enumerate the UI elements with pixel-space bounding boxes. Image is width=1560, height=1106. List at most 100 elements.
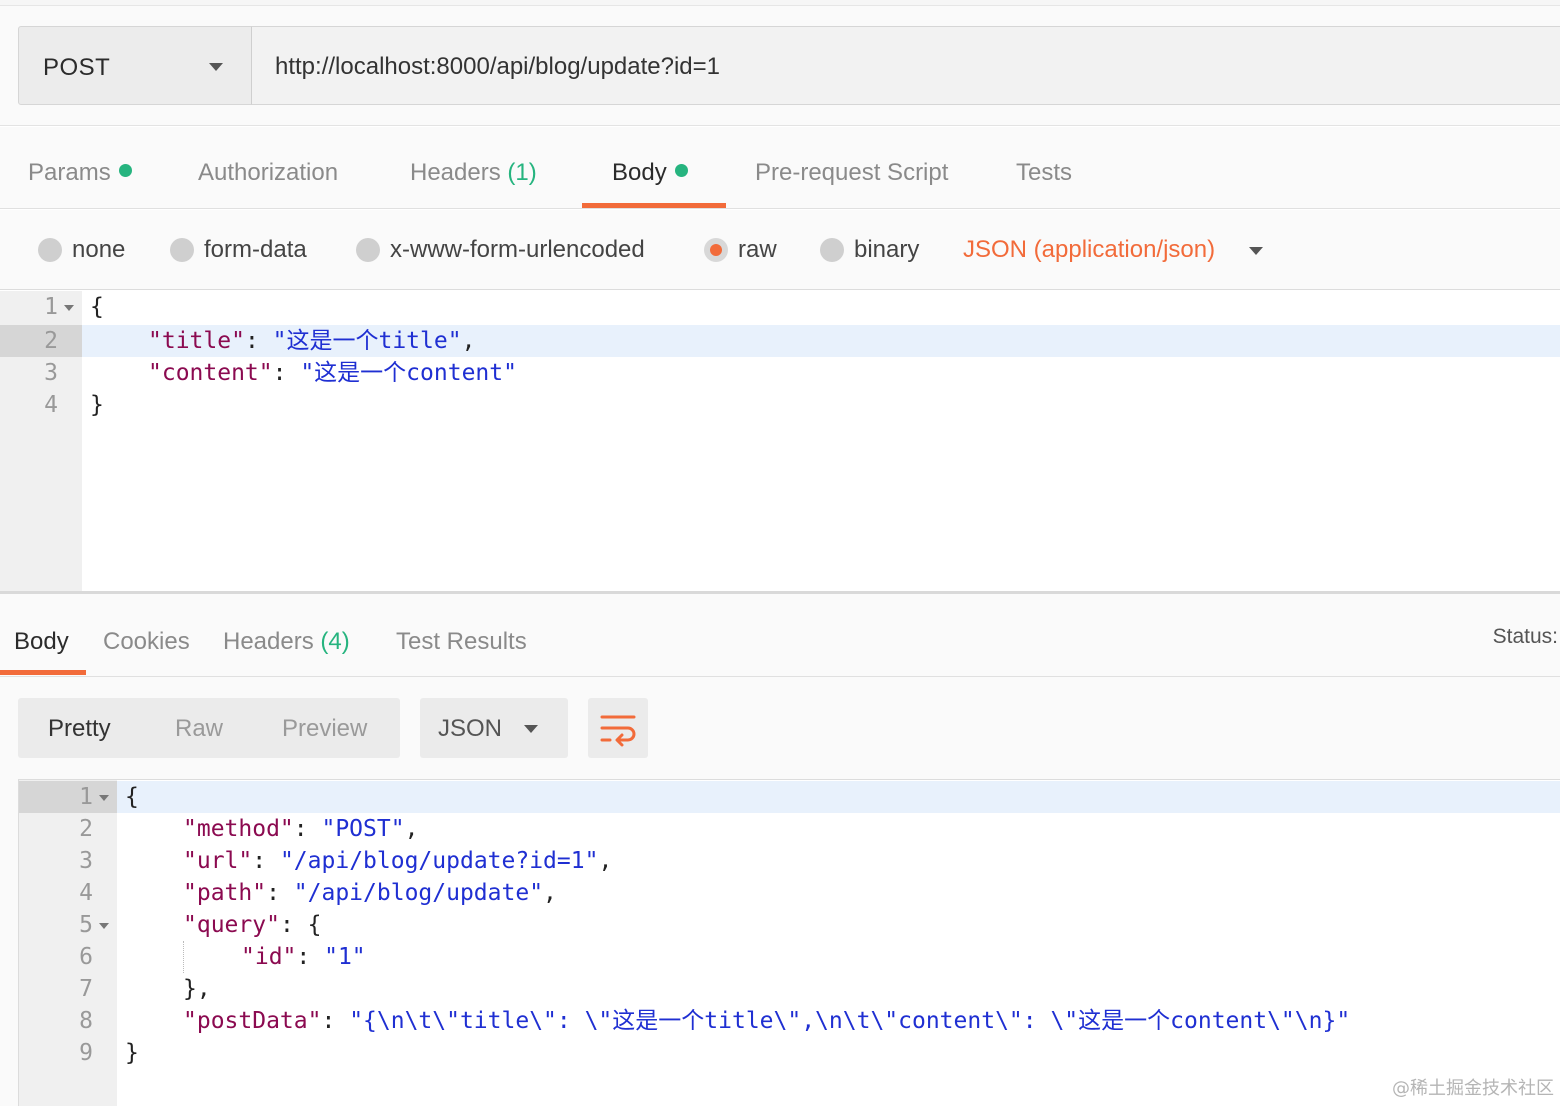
editor-line: 7 }, [19,973,1560,1005]
radio-raw[interactable]: raw [704,236,777,264]
json-string: "/api/blog/update?id=1" [279,848,599,874]
radio-urlencoded[interactable]: x-www-form-urlencoded [356,236,645,264]
editor-line: 8 "postData": "{\n\t\"title\": \"这是一个tit… [19,1005,1560,1037]
code-text: "url": "/api/blog/update?id=1", [183,848,613,874]
tab-test-results[interactable]: Test Results [396,628,527,656]
radio-binary-label: binary [854,236,920,263]
code-text: "id": "1" [241,944,366,970]
json-string: "1" [324,944,366,970]
tab-cookies[interactable]: Cookies [103,628,190,656]
editor-line: 1 { [0,291,1560,323]
tab-tests[interactable]: Tests [1016,159,1072,187]
editor-line: 6 "id": "1" [19,941,1560,973]
request-bar: POST http://localhost:8000/api/blog/upda… [0,6,1560,126]
code-text: "query": { [183,912,322,938]
line-number: 8 [79,1008,93,1034]
request-tabs: Params Authorization Headers (1) Body Pr… [0,127,1560,209]
json-string: "这是一个content" [300,360,517,386]
tab-authorization[interactable]: Authorization [198,159,338,187]
tab-pre-request-script[interactable]: Pre-request Script [755,159,948,187]
editor-line: 3 "content": "这是一个content" [0,357,1560,389]
tab-pre-request-script-label: Pre-request Script [755,159,949,186]
method-dropdown[interactable]: POST [18,26,252,105]
editor-line: 3 "url": "/api/blog/update?id=1", [19,845,1560,877]
json-key: "method" [183,816,294,842]
chevron-down-icon [209,63,223,71]
json-key: "url" [183,848,253,874]
tab-response-body[interactable]: Body [14,628,69,656]
format-label: JSON [438,715,503,742]
json-key: "postData" [183,1008,322,1034]
fold-toggle-icon[interactable] [99,795,109,801]
code-text: "method": "POST", [183,816,419,842]
radio-urlencoded-circle[interactable] [356,238,380,262]
line-number: 4 [44,392,58,418]
editor-line: 2 "method": "POST", [19,813,1560,845]
tab-cookies-label: Cookies [103,628,190,655]
tab-params-label: Params [28,159,111,186]
tab-body[interactable]: Body [612,159,688,187]
active-tab-underline [0,670,86,675]
radio-form-data[interactable]: form-data [170,236,307,264]
wrap-lines-button[interactable] [588,698,648,758]
wrap-lines-icon [600,715,636,747]
tab-authorization-label: Authorization [198,159,339,186]
tab-headers-label: Headers [410,159,501,186]
request-body-editor[interactable]: 1 { 2 "title": "这是一个title", 3 "content":… [0,291,1560,591]
line-number: 2 [0,325,82,357]
code-text: "path": "/api/blog/update", [183,880,557,906]
json-key: "title" [148,328,245,354]
editor-line: 9 } [19,1037,1560,1069]
preview-button[interactable]: Preview [282,715,367,743]
url-input[interactable]: http://localhost:8000/api/blog/update?id… [251,26,1560,105]
line-number: 3 [44,360,58,386]
tab-params[interactable]: Params [28,159,132,187]
json-key: "id" [241,944,297,970]
radio-none-circle[interactable] [38,238,62,262]
radio-raw-circle[interactable] [704,238,728,262]
json-string: "/api/blog/update" [293,880,544,906]
radio-binary[interactable]: binary [820,236,919,264]
json-string: "这是一个title" [272,328,462,354]
code-text: { [90,294,104,320]
response-format-dropdown[interactable]: JSON [420,698,568,758]
watermark: @稀土掘金技术社区 [1392,1078,1554,1099]
json-string: "{\n\t\"title\": \"这是一个title\",\n\t\"con… [349,1008,1351,1034]
fold-toggle-icon[interactable] [99,923,109,929]
line-number: 9 [79,1040,93,1066]
line-number: 7 [79,976,93,1002]
chevron-down-icon [524,725,538,733]
line-number: 5 [79,912,93,938]
response-body-viewer[interactable]: 1 { 2 "method": "POST", 3 "url": "/api/b… [18,779,1560,1106]
pretty-button[interactable]: Pretty [48,715,111,743]
chevron-down-icon[interactable] [1249,247,1263,255]
code-text: { [125,784,139,810]
radio-form-data-circle[interactable] [170,238,194,262]
json-key: "query" [183,912,280,938]
fold-toggle-icon[interactable] [64,305,74,311]
raw-button[interactable]: Raw [175,715,223,743]
params-indicator-dot [118,164,132,177]
body-indicator-dot [674,164,688,177]
radio-raw-label: raw [738,236,777,263]
line-number: 4 [79,880,93,906]
response-headers-count: (4) [320,628,350,655]
tab-tests-label: Tests [1016,159,1073,186]
tab-headers[interactable]: Headers (1) [410,159,537,187]
body-type-selector: none form-data x-www-form-urlencoded raw… [0,210,1560,290]
code-text: }, [183,976,211,1002]
line-number: 6 [79,944,93,970]
radio-none[interactable]: none [38,236,125,264]
headers-count: (1) [507,159,537,186]
tab-test-results-label: Test Results [396,628,527,655]
tab-response-headers[interactable]: Headers (4) [223,628,350,656]
url-text: http://localhost:8000/api/blog/update?id… [275,53,721,80]
tab-response-body-label: Body [14,628,69,655]
tab-body-label: Body [612,159,667,186]
radio-binary-circle[interactable] [820,238,844,262]
code-text: } [90,392,104,418]
content-type-dropdown[interactable]: JSON (application/json) [963,236,1215,264]
editor-line: 4 } [0,389,1560,421]
editor-line: 5 "query": { [19,909,1560,941]
line-number: 2 [79,816,93,842]
